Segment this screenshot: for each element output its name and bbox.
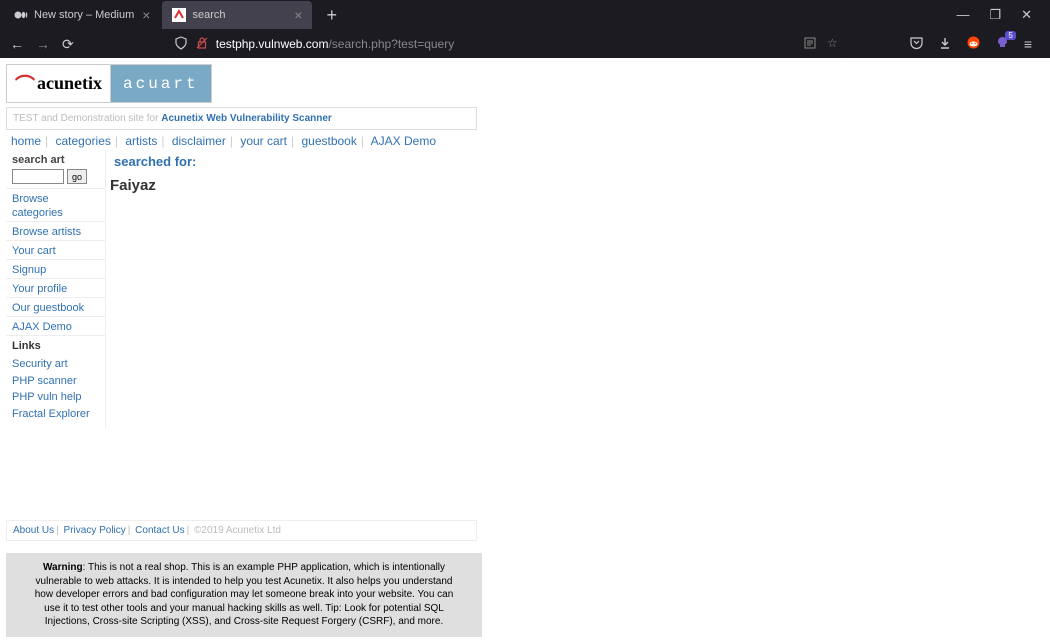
footer-about[interactable]: About Us xyxy=(13,525,54,536)
sidebar-links: Security art PHP scanner PHP vuln help F… xyxy=(6,356,105,428)
sidebar-browse-categories[interactable]: Browse categories xyxy=(12,193,63,219)
tab-active[interactable]: search × xyxy=(162,1,312,29)
pocket-icon[interactable] xyxy=(909,35,924,53)
minimize-icon[interactable]: — xyxy=(956,7,969,23)
search-section: search art go xyxy=(6,150,105,189)
sidebar-your-cart[interactable]: Your cart xyxy=(12,245,56,257)
sidebar-your-profile[interactable]: Your profile xyxy=(12,283,67,295)
link-php-scanner[interactable]: PHP scanner xyxy=(12,373,99,390)
url-text: testphp.vulnweb.com/search.php?test=quer… xyxy=(216,37,454,51)
sidebar-browse-artists[interactable]: Browse artists xyxy=(12,226,81,238)
nav-menu: home| categories| artists| disclaimer| y… xyxy=(6,132,1044,150)
links-title: Links xyxy=(6,336,105,356)
nav-bar: ← → ⟳ testphp.vulnweb.com/search.php?tes… xyxy=(0,30,1050,58)
back-icon[interactable]: ← xyxy=(10,36,24,52)
sidebar: search art go Browse categories Browse a… xyxy=(6,150,106,428)
footer-privacy[interactable]: Privacy Policy xyxy=(64,525,126,536)
extension-badge: 5 xyxy=(1005,31,1015,40)
searched-for-label: searched for: xyxy=(114,154,1036,169)
bookmark-icon[interactable]: ☆ xyxy=(827,36,838,53)
tab-title: search xyxy=(192,9,286,21)
copyright: ©2019 Acunetix Ltd xyxy=(194,525,281,536)
search-input[interactable] xyxy=(12,169,64,184)
close-icon[interactable]: × xyxy=(142,7,150,23)
nav-artists[interactable]: artists xyxy=(125,134,157,148)
maximize-icon[interactable]: ❐ xyxy=(989,7,1001,23)
reader-mode-icon[interactable] xyxy=(803,36,817,53)
warning-box: Warning: This is not a real shop. This i… xyxy=(6,553,482,637)
url-bar[interactable]: testphp.vulnweb.com/search.php?test=quer… xyxy=(166,31,846,57)
content-wrap: search art go Browse categories Browse a… xyxy=(6,150,1044,428)
nav-guestbook[interactable]: guestbook xyxy=(301,134,356,148)
reddit-extension-icon[interactable] xyxy=(966,35,981,53)
tab-bar: New story – Medium × search × + — ❐ ✕ xyxy=(0,0,1050,30)
search-go-button[interactable]: go xyxy=(67,169,87,184)
footer: About Us| Privacy Policy| Contact Us| ©2… xyxy=(6,520,477,541)
warning-label: Warning xyxy=(43,562,83,573)
sidebar-signup[interactable]: Signup xyxy=(12,264,46,276)
close-window-icon[interactable]: ✕ xyxy=(1021,7,1032,23)
nav-ajax[interactable]: AJAX Demo xyxy=(371,134,436,148)
footer-contact[interactable]: Contact Us xyxy=(135,525,184,536)
sidebar-ajax-demo[interactable]: AJAX Demo xyxy=(12,321,72,333)
extension-icon[interactable]: 5 xyxy=(995,35,1010,53)
window-controls: — ❐ ✕ xyxy=(956,7,1046,23)
logo-bar: ⌒acunetix acuart xyxy=(6,64,1044,103)
link-fractal-explorer[interactable]: Fractal Explorer xyxy=(12,406,99,423)
browser-chrome: New story – Medium × search × + — ❐ ✕ ← … xyxy=(0,0,1050,58)
nav-home[interactable]: home xyxy=(11,134,41,148)
reload-icon[interactable]: ⟳ xyxy=(62,36,74,53)
download-icon[interactable] xyxy=(938,36,952,53)
logo-acunetix: ⌒acunetix xyxy=(7,65,111,102)
tab-title: New story – Medium xyxy=(34,9,134,21)
page-content: ⌒acunetix acuart TEST and Demonstration … xyxy=(0,58,1050,643)
menu-icon[interactable]: ≡ xyxy=(1024,36,1032,52)
tab-inactive[interactable]: New story – Medium × xyxy=(4,1,160,29)
logo-acuart: acuart xyxy=(111,65,211,102)
close-icon[interactable]: × xyxy=(294,7,302,23)
search-title: search art xyxy=(12,154,99,166)
forward-icon[interactable]: → xyxy=(36,36,50,52)
nav-disclaimer[interactable]: disclaimer xyxy=(172,134,226,148)
acunetix-favicon-icon xyxy=(172,8,186,22)
link-php-vuln-help[interactable]: PHP vuln help xyxy=(12,389,99,406)
link-security-art[interactable]: Security art xyxy=(12,356,99,373)
test-banner: TEST and Demonstration site for Acunetix… xyxy=(6,107,477,130)
logo[interactable]: ⌒acunetix acuart xyxy=(6,64,212,103)
lock-insecure-icon[interactable] xyxy=(196,37,208,52)
sidebar-guestbook[interactable]: Our guestbook xyxy=(12,302,84,314)
shield-icon[interactable] xyxy=(174,36,188,53)
nav-categories[interactable]: categories xyxy=(56,134,111,148)
main-content: searched for: Faiyaz xyxy=(106,150,1044,428)
warning-text: : This is not a real shop. This is an ex… xyxy=(35,562,454,627)
nav-cart[interactable]: your cart xyxy=(240,134,287,148)
new-tab-button[interactable]: + xyxy=(314,5,349,26)
medium-favicon-icon xyxy=(14,8,28,22)
search-result: Faiyaz xyxy=(110,177,1036,194)
banner-link[interactable]: Acunetix Web Vulnerability Scanner xyxy=(161,113,332,124)
